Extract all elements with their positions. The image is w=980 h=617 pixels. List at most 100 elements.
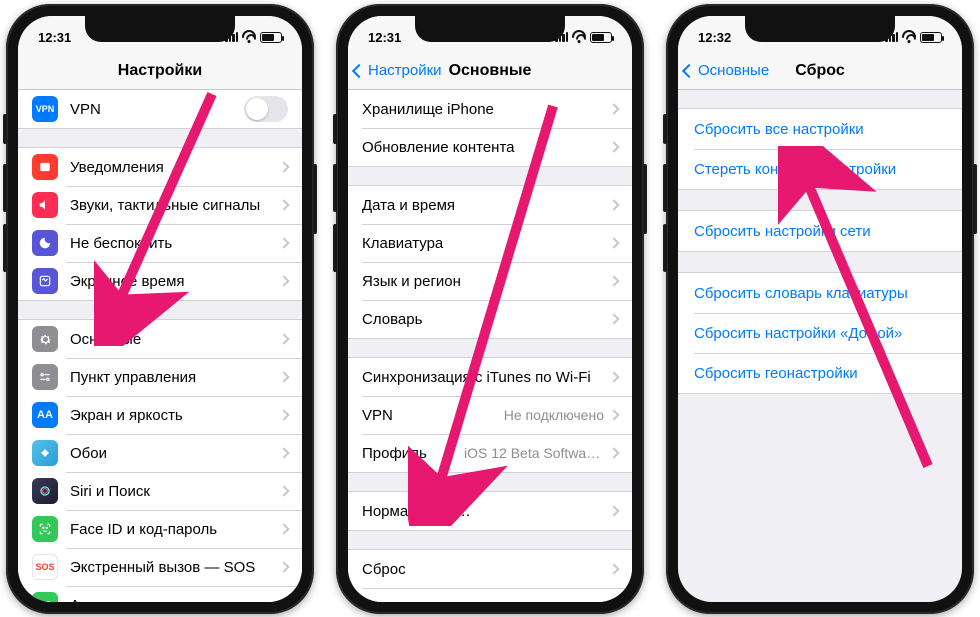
chevron-right-icon — [608, 275, 619, 286]
group-reset: Сброс Выключить — [348, 549, 632, 602]
row-reset-home[interactable]: Сбросить настройки «Домой» — [678, 313, 962, 353]
row-label: Клавиатура — [362, 235, 610, 252]
row-sos[interactable]: SOS Экстренный вызов — SOS — [18, 548, 302, 586]
row-shutdown[interactable]: Выключить — [348, 588, 632, 602]
row-status: Не подключено — [504, 407, 604, 423]
settings-list[interactable]: VPN VPN Уведомления Звуки, — [18, 90, 302, 602]
sounds-icon — [32, 192, 58, 218]
row-reset-keyboard-dict[interactable]: Сбросить словарь клавиатуры — [678, 273, 962, 313]
display-icon: AA — [32, 402, 58, 428]
phone-frame-3: 12:32 Основные Сброс Сбросить все настро… — [666, 4, 974, 614]
row-label: Сбросить настройки «Домой» — [694, 325, 902, 342]
chevron-left-icon — [682, 63, 696, 77]
screen-3: 12:32 Основные Сброс Сбросить все настро… — [678, 16, 962, 602]
row-vpn[interactable]: VPN Не подключено — [348, 396, 632, 434]
row-label: Синхронизация с iTunes по Wi-Fi — [362, 369, 610, 386]
row-faceid[interactable]: Face ID и код-пароль — [18, 510, 302, 548]
chevron-right-icon — [608, 199, 619, 210]
row-vpn[interactable]: VPN VPN — [18, 90, 302, 128]
notch — [85, 16, 235, 42]
row-reset-network[interactable]: Сбросить настройки сети — [678, 211, 962, 251]
row-battery[interactable]: Аккумулятор — [18, 586, 302, 602]
chevron-right-icon — [278, 409, 289, 420]
battery-icon — [590, 32, 612, 43]
side-button — [333, 114, 337, 144]
chevron-right-icon — [278, 161, 289, 172]
row-label: Язык и регион — [362, 273, 610, 290]
row-notifications[interactable]: Уведомления — [18, 148, 302, 186]
group-vpn: VPN VPN — [18, 90, 302, 129]
row-erase-content[interactable]: Стереть контент и настройки — [678, 149, 962, 189]
vpn-toggle[interactable] — [244, 96, 288, 122]
chevron-right-icon — [278, 333, 289, 344]
row-dictionary[interactable]: Словарь — [348, 300, 632, 338]
back-button[interactable]: Основные — [684, 52, 769, 89]
status-time: 12:32 — [698, 30, 731, 45]
side-button — [663, 224, 667, 272]
group-datetime: Дата и время Клавиатура Язык и регион Сл… — [348, 185, 632, 339]
side-button — [3, 224, 7, 272]
group-general: Основные Пункт управления AA Экран и ярк… — [18, 319, 302, 602]
navbar: Настройки Основные — [348, 52, 632, 90]
row-background[interactable]: Обновление контента — [348, 128, 632, 166]
row-sounds[interactable]: Звуки, тактильные сигналы — [18, 186, 302, 224]
general-list[interactable]: Хранилище iPhone Обновление контента Дат… — [348, 90, 632, 602]
row-reset-location[interactable]: Сбросить геонастройки — [678, 353, 962, 393]
row-profile[interactable]: Профиль iOS 12 Beta Software Profile — [348, 434, 632, 472]
chevron-right-icon — [278, 237, 289, 248]
row-siri[interactable]: Siri и Поиск — [18, 472, 302, 510]
back-button[interactable]: Настройки — [354, 52, 442, 89]
row-dnd[interactable]: Не беспокоить — [18, 224, 302, 262]
row-language[interactable]: Язык и регион — [348, 262, 632, 300]
row-label: Сбросить словарь клавиатуры — [694, 285, 908, 302]
group-notifications: Уведомления Звуки, тактильные сигналы Не… — [18, 147, 302, 301]
row-datetime[interactable]: Дата и время — [348, 186, 632, 224]
row-reset[interactable]: Сброс — [348, 550, 632, 588]
row-storage[interactable]: Хранилище iPhone — [348, 90, 632, 128]
row-label: Уведомления — [70, 159, 280, 176]
chevron-right-icon — [608, 563, 619, 574]
wifi-icon — [902, 30, 916, 44]
row-general[interactable]: Основные — [18, 320, 302, 358]
status-time: 12:31 — [38, 30, 71, 45]
chevron-right-icon — [608, 313, 619, 324]
row-label: Сбросить настройки сети — [694, 223, 871, 240]
wifi-icon — [242, 30, 256, 44]
row-regulatory[interactable]: Нормативная… — [348, 492, 632, 530]
chevron-right-icon — [608, 141, 619, 152]
row-label: Сбросить все настройки — [694, 121, 864, 138]
row-label: Основные — [70, 331, 280, 348]
wallpaper-icon — [32, 440, 58, 466]
side-button — [663, 164, 667, 212]
back-label: Основные — [698, 62, 769, 79]
row-control-center[interactable]: Пункт управления — [18, 358, 302, 396]
row-label: Нормативная… — [362, 503, 610, 520]
row-screentime[interactable]: Экранное время — [18, 262, 302, 300]
row-label: Экстренный вызов — SOS — [70, 559, 280, 576]
phone-frame-1: 12:31 Настройки VPN VPN — [6, 4, 314, 614]
screen-2: 12:31 Настройки Основные Хранилище iPhon… — [348, 16, 632, 602]
row-label: Дата и время — [362, 197, 610, 214]
row-wallpaper[interactable]: Обои — [18, 434, 302, 472]
row-itunes-sync[interactable]: Синхронизация с iTunes по Wi-Fi — [348, 358, 632, 396]
navbar: Настройки — [18, 52, 302, 90]
row-reset-all-settings[interactable]: Сбросить все настройки — [678, 109, 962, 149]
chevron-right-icon — [278, 485, 289, 496]
group-reset-all: Сбросить все настройки Стереть контент и… — [678, 108, 962, 190]
row-label: Звуки, тактильные сигналы — [70, 197, 280, 214]
group-sync: Синхронизация с iTunes по Wi-Fi VPN Не п… — [348, 357, 632, 473]
page-title: Основные — [449, 62, 532, 80]
reset-list[interactable]: Сбросить все настройки Стереть контент и… — [678, 90, 962, 602]
siri-icon — [32, 478, 58, 504]
chevron-left-icon — [352, 63, 366, 77]
row-display[interactable]: AA Экран и яркость — [18, 396, 302, 434]
back-label: Настройки — [368, 62, 442, 79]
navbar: Основные Сброс — [678, 52, 962, 90]
chevron-right-icon — [608, 409, 619, 420]
chevron-right-icon — [278, 561, 289, 572]
row-label: Экранное время — [70, 273, 280, 290]
row-keyboard[interactable]: Клавиатура — [348, 224, 632, 262]
side-button — [3, 114, 7, 144]
group-regulatory: Нормативная… — [348, 491, 632, 531]
chevron-right-icon — [278, 371, 289, 382]
